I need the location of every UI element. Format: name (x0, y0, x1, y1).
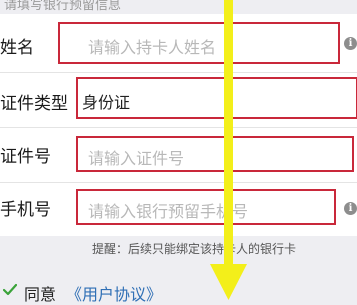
name-label: 姓名 (0, 38, 34, 58)
info-icon[interactable]: i (344, 37, 357, 50)
user-agreement-link[interactable]: 《用户协议》 (66, 281, 162, 305)
form-row-name: 姓名 请输入持卡人姓名 i (0, 14, 357, 72)
id-number-label: 证件号 (0, 147, 51, 167)
form-row-id-number: 证件号 请输入证件号 (0, 128, 357, 182)
form-row-id-type: 证件类型 身份证 (0, 73, 357, 127)
name-placeholder: 请输入持卡人姓名 (88, 38, 217, 57)
id-type-select[interactable]: 身份证 (76, 77, 357, 119)
check-icon[interactable] (3, 283, 17, 297)
phone-placeholder: 请输入银行预留手机号 (88, 202, 249, 221)
id-type-value: 身份证 (82, 93, 131, 112)
tip-text: 提醒：后续只能绑定该持卡人的银行卡 (92, 242, 297, 256)
form-row-phone: 手机号 请输入银行预留手机号 i (0, 183, 357, 236)
phone-input[interactable]: 请输入银行预留手机号 (76, 189, 336, 225)
bank-info-form: 姓名 请输入持卡人姓名 i 证件类型 身份证 证件号 请输入证件号 手机号 请输… (0, 14, 357, 236)
agreement-row: 同意 《用户协议》 (0, 280, 357, 304)
id-number-input[interactable]: 请输入证件号 (76, 136, 354, 172)
id-type-label: 证件类型 (0, 94, 68, 114)
section-hint: 请填写银行预留信息 (4, 0, 122, 13)
name-input[interactable]: 请输入持卡人姓名 (58, 22, 340, 64)
id-number-placeholder: 请输入证件号 (88, 149, 185, 168)
agree-label: 同意 (24, 285, 57, 304)
phone-label: 手机号 (0, 200, 51, 220)
info-icon[interactable]: i (344, 202, 357, 215)
